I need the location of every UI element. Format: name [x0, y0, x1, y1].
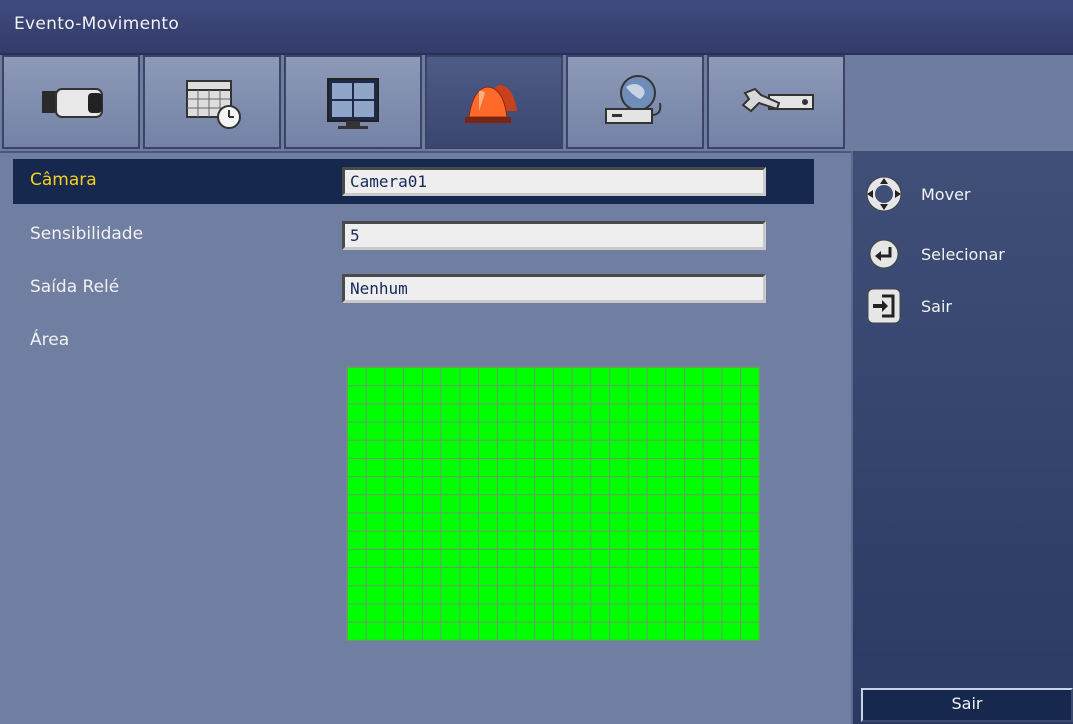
exit-icon	[867, 288, 901, 324]
row-saida-rele[interactable]: Saída Relé Nenhum	[13, 266, 814, 311]
tab-display[interactable]	[284, 55, 422, 149]
hint-selecionar-label: Selecionar	[921, 245, 1005, 264]
sensibilidade-field[interactable]: 5	[342, 221, 766, 250]
tab-schedule[interactable]	[143, 55, 281, 149]
tab-network[interactable]	[566, 55, 704, 149]
row-sensibilidade[interactable]: Sensibilidade 5	[13, 213, 814, 258]
saida-rele-label: Saída Relé	[30, 277, 120, 297]
camera-icon	[42, 88, 103, 118]
network-globe-icon	[605, 75, 662, 124]
calendar-clock-icon	[186, 80, 241, 129]
tab-camera[interactable]	[2, 55, 140, 149]
help-sidebar: Mover Selecionar Sair Sair	[851, 151, 1073, 724]
row-area[interactable]: Área	[13, 319, 814, 364]
row-camara[interactable]: Câmara Camera01	[13, 159, 814, 204]
alarm-light-icon	[465, 85, 517, 123]
saida-rele-field[interactable]: Nenhum	[342, 274, 766, 303]
screen: Evento-Movimento Câmara Camera01 Sensibi…	[0, 0, 1073, 724]
enter-icon	[869, 239, 899, 269]
wrench-icon	[741, 87, 814, 113]
window-title: Evento-Movimento	[14, 14, 180, 34]
monitor-icon	[327, 78, 379, 129]
camara-label: Câmara	[30, 170, 97, 190]
sensibilidade-label: Sensibilidade	[30, 224, 144, 244]
area-label: Área	[30, 330, 70, 350]
tab-bar	[0, 55, 1073, 153]
settings-panel: Câmara Camera01 Sensibilidade 5 Saída Re…	[0, 153, 851, 724]
camara-field[interactable]: Camera01	[342, 167, 766, 196]
title-bar: Evento-Movimento	[0, 0, 1073, 55]
tab-alarm[interactable]	[425, 55, 563, 149]
motion-area-grid[interactable]	[346, 366, 760, 641]
sair-button[interactable]: Sair	[861, 688, 1073, 722]
hint-sair-label: Sair	[921, 297, 952, 316]
hint-mover-label: Mover	[921, 185, 971, 204]
dpad-icon	[866, 176, 902, 212]
tab-system-tools[interactable]	[707, 55, 845, 149]
